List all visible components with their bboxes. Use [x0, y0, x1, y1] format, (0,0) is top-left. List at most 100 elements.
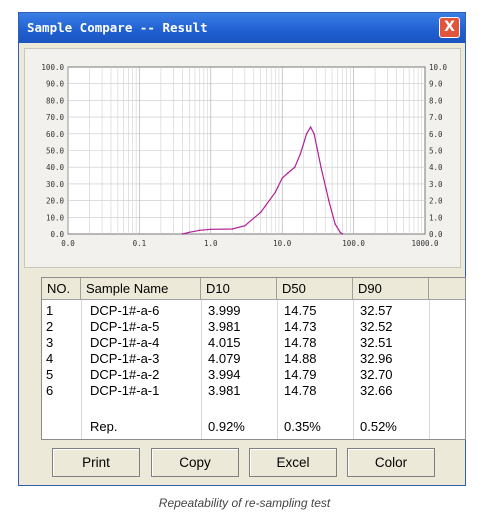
- x-tick-label: 1000.0: [411, 239, 439, 248]
- series-point: [287, 172, 289, 174]
- cell-no: 2: [46, 319, 54, 334]
- copy-button[interactable]: Copy: [151, 448, 239, 477]
- series-point: [305, 133, 308, 135]
- y-tick-label-left: 100.0: [41, 63, 64, 72]
- series-point: [244, 225, 246, 227]
- header-no[interactable]: NO.: [42, 278, 81, 300]
- rep-d10: 0.92%: [208, 419, 245, 434]
- y-tick-label-left: 10.0: [46, 213, 65, 222]
- table-header: NO. Sample Name D10 D50 D90: [42, 278, 465, 300]
- cell-sample-name: DCP-1#-a-5: [90, 319, 160, 334]
- series-point: [260, 211, 262, 213]
- print-button[interactable]: Print: [52, 448, 140, 477]
- rep-label: Rep.: [90, 419, 118, 434]
- cell-no: 1: [46, 303, 54, 318]
- series-point: [210, 228, 212, 230]
- cell-d90: 32.51: [360, 335, 393, 350]
- series-point: [188, 231, 190, 233]
- header-d90[interactable]: D90: [353, 278, 429, 300]
- close-button[interactable]: X: [439, 17, 460, 38]
- table-row[interactable]: 4 DCP-1#-a-3 4.079 14.88 32.96: [42, 351, 465, 367]
- y-tick-label-right: 6.0: [429, 130, 443, 139]
- series-point: [328, 199, 330, 202]
- rep-d50: 0.35%: [284, 419, 321, 434]
- series-point: [334, 223, 336, 225]
- y-tick-label-left: 80.0: [46, 96, 65, 105]
- cell-d10: 4.079: [208, 351, 241, 366]
- table-row[interactable]: 6 DCP-1#-a-1 3.981 14.78 32.66: [42, 383, 465, 399]
- title-bar[interactable]: Sample Compare -- Result X: [19, 13, 465, 43]
- series-point: [281, 177, 283, 179]
- table-row[interactable]: 1 DCP-1#-a-6 3.999 14.75 32.57: [42, 303, 465, 319]
- series-point: [199, 229, 201, 231]
- y-tick-label-right: 8.0: [429, 96, 443, 105]
- cell-sample-name: DCP-1#-a-2: [90, 367, 160, 382]
- header-d10[interactable]: D10: [201, 278, 277, 300]
- cell-sample-name: DCP-1#-a-6: [90, 303, 160, 318]
- cell-d10: 3.981: [208, 319, 241, 334]
- table-row[interactable]: 5 DCP-1#-a-2 3.994 14.79 32.70: [42, 367, 465, 383]
- y-tick-label-right: 2.0: [429, 197, 443, 206]
- cell-d10: 3.981: [208, 383, 241, 398]
- table-row[interactable]: 3 DCP-1#-a-4 4.015 14.78 32.51: [42, 335, 465, 351]
- rep-row[interactable]: Rep. 0.92% 0.35% 0.52%: [42, 419, 465, 435]
- results-table: NO. Sample Name D10 D50 D90 1 DCP-1#-a-6…: [41, 277, 466, 440]
- cell-sample-name: DCP-1#-a-1: [90, 383, 160, 398]
- series-point: [181, 233, 184, 235]
- distribution-chart: 0.0 10.0 20.0 30.0 40.0 50.0 60.0 70.0 80.0 90.0 1…: [41, 63, 448, 248]
- figure-caption: Repeatability of re-sampling test: [158, 496, 331, 510]
- y-tick-label-right: 5.0: [429, 147, 443, 156]
- excel-button[interactable]: Excel: [249, 448, 337, 477]
- table-row[interactable]: 2 DCP-1#-a-5 3.981 14.73 32.52: [42, 319, 465, 335]
- chart-panel: 0.0 10.0 20.0 30.0 40.0 50.0 60.0 70.0 80.0 90.0 1…: [24, 48, 461, 268]
- color-button[interactable]: Color: [347, 448, 435, 477]
- cell-d10: 4.015: [208, 335, 241, 350]
- rep-d90: 0.52%: [360, 419, 397, 434]
- cell-sample-name: DCP-1#-a-4: [90, 335, 160, 350]
- cell-d90: 32.57: [360, 303, 393, 318]
- header-sample-name[interactable]: Sample Name: [81, 278, 201, 300]
- cell-d90: 32.66: [360, 383, 393, 398]
- cell-d10: 3.999: [208, 303, 241, 318]
- cell-d50: 14.78: [284, 335, 317, 350]
- y-tick-label-left: 20.0: [46, 197, 65, 206]
- x-tick-label: 1.0: [204, 239, 218, 248]
- y-tick-label-right: 10.0: [429, 63, 448, 72]
- x-tick-label: 0.1: [133, 239, 147, 248]
- series-point: [299, 153, 302, 155]
- y-tick-label-right: 7.0: [429, 113, 443, 122]
- cell-no: 3: [46, 335, 54, 350]
- header-d50[interactable]: D50: [277, 278, 353, 300]
- series-point: [341, 233, 344, 235]
- y-tick-label-left: 60.0: [46, 130, 65, 139]
- cell-sample-name: DCP-1#-a-3: [90, 351, 160, 366]
- y-tick-label-left: 70.0: [46, 113, 65, 122]
- series-point: [274, 191, 276, 193]
- window-title: Sample Compare -- Result: [27, 20, 208, 35]
- result-window: Sample Compare -- Result X 0.0 10.0 20.0 30…: [18, 12, 466, 486]
- x-tick-label: 10.0: [273, 239, 292, 248]
- cell-d90: 32.52: [360, 319, 393, 334]
- cell-d50: 14.88: [284, 351, 317, 366]
- y-tick-label-left: 90.0: [46, 80, 65, 89]
- y-tick-label-right: 0.0: [429, 230, 443, 239]
- cell-d50: 14.78: [284, 383, 317, 398]
- y-tick-label-left: 40.0: [46, 163, 65, 172]
- cell-d50: 14.79: [284, 367, 317, 382]
- y-tick-label-right: 3.0: [429, 180, 443, 189]
- series-point: [313, 133, 315, 135]
- cell-d50: 14.75: [284, 303, 317, 318]
- cell-no: 6: [46, 383, 54, 398]
- series-point: [320, 166, 322, 168]
- close-icon: X: [444, 19, 455, 35]
- x-tick-label: 100.0: [342, 239, 365, 248]
- cell-d90: 32.96: [360, 351, 393, 366]
- y-tick-label-left: 50.0: [46, 147, 65, 156]
- x-tick-label: 0.0: [61, 239, 75, 248]
- cell-no: 4: [46, 351, 54, 366]
- series-point: [294, 166, 296, 168]
- y-tick-label-right: 1.0: [429, 213, 443, 222]
- cell-d50: 14.73: [284, 319, 317, 334]
- series-point: [309, 126, 312, 128]
- cell-d10: 3.994: [208, 367, 241, 382]
